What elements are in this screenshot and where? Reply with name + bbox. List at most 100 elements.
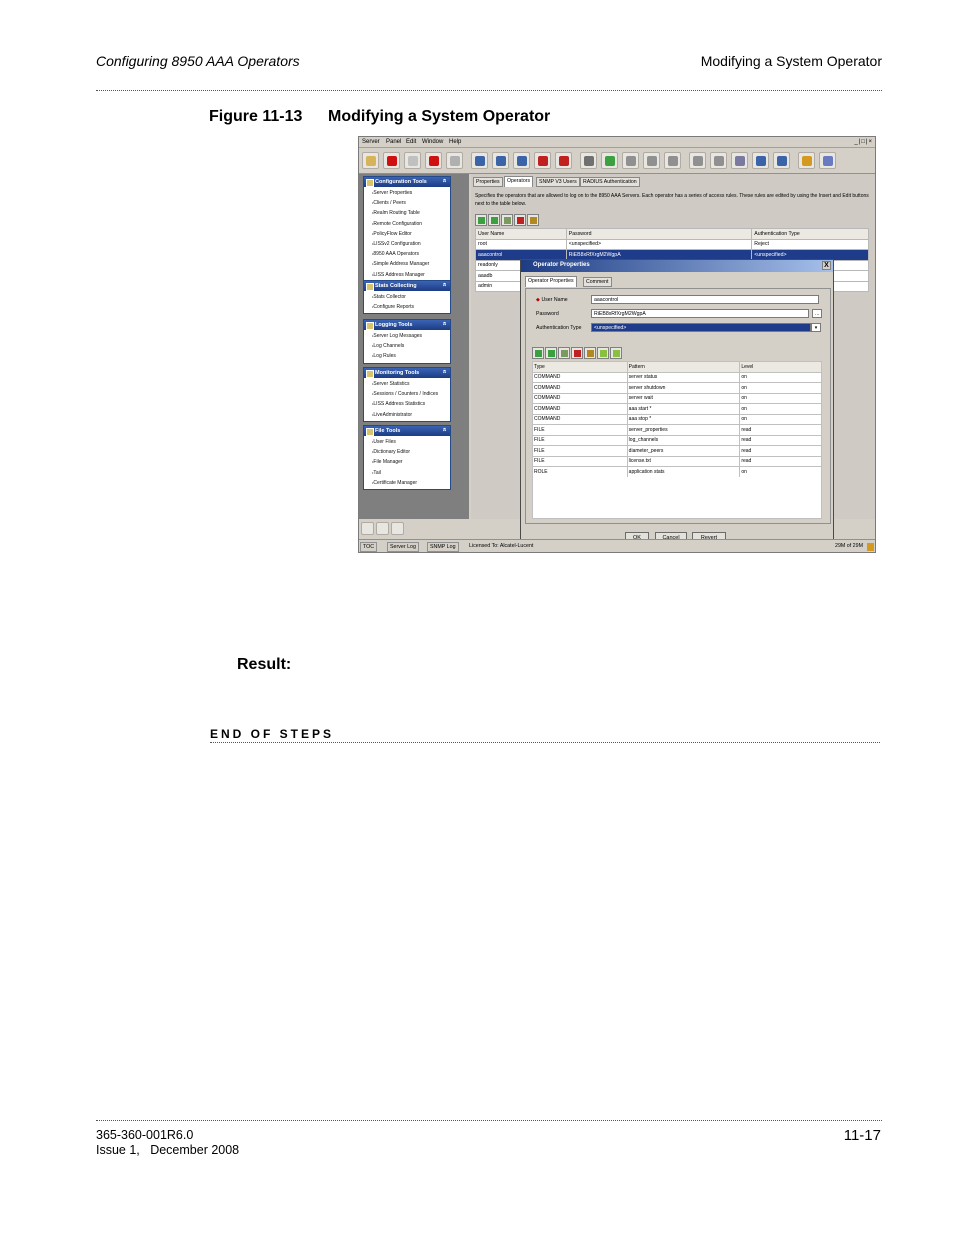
sidebar-item[interactable]: Dictionary Editor bbox=[372, 447, 450, 457]
insert-icon[interactable] bbox=[475, 214, 487, 226]
toolbar-button-icon[interactable] bbox=[773, 152, 790, 169]
copy-icon[interactable] bbox=[558, 347, 570, 359]
toolbar-button-icon[interactable] bbox=[425, 152, 442, 169]
table-row[interactable]: root <unspecified> Reject bbox=[475, 238, 869, 250]
toolbar-button-icon[interactable] bbox=[404, 152, 421, 169]
tab-server-log[interactable]: Server Log bbox=[387, 542, 419, 552]
column-header[interactable]: Type bbox=[532, 361, 628, 373]
sidebar-item[interactable]: Log Channels bbox=[372, 341, 450, 351]
sidebar-item[interactable]: Configure Reports bbox=[372, 302, 450, 312]
tab-toc[interactable]: TOC bbox=[360, 542, 378, 552]
tab-radius-authentication[interactable]: RADIUS Authentication bbox=[580, 177, 640, 187]
table-row[interactable]: ROLE application stats on bbox=[532, 466, 822, 478]
sidebar-collapse-icon[interactable] bbox=[391, 522, 404, 535]
insert-icon[interactable] bbox=[532, 347, 544, 359]
table-row[interactable]: COMMAND aaa stop * on bbox=[532, 413, 822, 425]
table-row[interactable]: FILE license.txt read bbox=[532, 455, 822, 467]
toolbar-button-icon[interactable] bbox=[446, 152, 463, 169]
sidebar-item[interactable]: Remote Configuration bbox=[372, 219, 450, 229]
toolbar-button-icon[interactable] bbox=[643, 152, 660, 169]
tab-snmp-log[interactable]: SNMP Log bbox=[427, 542, 459, 552]
menu-server[interactable]: Server bbox=[362, 139, 380, 145]
sidebar-item[interactable]: Sessions / Counters / Indices bbox=[372, 389, 450, 399]
group-header[interactable]: Configuration Tools bbox=[364, 177, 450, 187]
menu-help[interactable]: Help bbox=[449, 139, 461, 145]
toolbar-button-icon[interactable] bbox=[819, 152, 836, 169]
menu-window[interactable]: Window bbox=[422, 139, 443, 145]
sidebar-item[interactable]: PolicyFlow Editor bbox=[372, 229, 450, 239]
delete-icon[interactable] bbox=[571, 347, 583, 359]
table-row[interactable]: COMMAND server wait on bbox=[532, 392, 822, 404]
refresh-icon[interactable] bbox=[584, 347, 596, 359]
group-header[interactable]: Stats Collecting bbox=[364, 281, 450, 291]
toolbar-button-icon[interactable] bbox=[689, 152, 706, 169]
edit-icon[interactable] bbox=[545, 347, 557, 359]
sidebar-item[interactable]: Stats Collector bbox=[372, 292, 450, 302]
move-up-icon[interactable] bbox=[597, 347, 609, 359]
sidebar-item[interactable]: LiveAdministrator bbox=[372, 410, 450, 420]
move-down-icon[interactable] bbox=[610, 347, 622, 359]
sidebar-item[interactable]: Certificate Manager bbox=[372, 478, 450, 488]
sidebar-move-icon[interactable] bbox=[376, 522, 389, 535]
column-header[interactable]: User Name bbox=[475, 228, 567, 240]
sidebar-item[interactable]: Log Rules bbox=[372, 351, 450, 361]
tab-properties[interactable]: Properties bbox=[473, 177, 503, 187]
sidebar-item[interactable]: Clients / Peers bbox=[372, 198, 450, 208]
column-header[interactable]: Password bbox=[565, 228, 753, 240]
toolbar-button-icon[interactable] bbox=[580, 152, 597, 169]
menu-panel[interactable]: Panel bbox=[386, 139, 401, 145]
toolbar-button-icon[interactable] bbox=[471, 152, 488, 169]
group-header[interactable]: Monitoring Tools bbox=[364, 368, 450, 378]
delete-icon[interactable] bbox=[514, 214, 526, 226]
close-icon[interactable]: X bbox=[822, 261, 831, 270]
table-row[interactable]: FILE log_channels read bbox=[532, 434, 822, 446]
table-row[interactable]: COMMAND server status on bbox=[532, 371, 822, 383]
sidebar-item[interactable]: Tail bbox=[372, 468, 450, 478]
table-row[interactable]: FILE diameter_peers read bbox=[532, 445, 822, 457]
sidebar-item-aaa-operators[interactable]: 8950 AAA Operators bbox=[372, 249, 450, 259]
table-row[interactable]: FILE server_properties read bbox=[532, 424, 822, 436]
password-input[interactable]: RiEB8xRfXrgM2WgpA bbox=[591, 309, 809, 318]
toolbar-button-icon[interactable] bbox=[622, 152, 639, 169]
sidebar-item[interactable]: Realm Routing Table bbox=[372, 208, 450, 218]
garbage-collect-icon[interactable] bbox=[867, 543, 874, 551]
sidebar-item[interactable]: LISS Address Manager bbox=[372, 270, 450, 280]
tab-operator-properties[interactable]: Operator Properties bbox=[525, 276, 577, 287]
tab-operators[interactable]: Operators bbox=[504, 176, 534, 187]
sidebar-item[interactable]: File Manager bbox=[372, 457, 450, 467]
chevron-down-icon[interactable]: ▾ bbox=[811, 323, 821, 332]
sidebar-expand-icon[interactable] bbox=[361, 522, 374, 535]
sidebar-item[interactable]: LISS Address Statistics bbox=[372, 399, 450, 409]
edit-icon[interactable] bbox=[488, 214, 500, 226]
toolbar-button-icon[interactable] bbox=[798, 152, 815, 169]
group-header[interactable]: File Tools bbox=[364, 426, 450, 436]
toolbar-button-icon[interactable] bbox=[752, 152, 769, 169]
window-controls[interactable]: _|□|× bbox=[854, 139, 873, 145]
dialog-title-bar[interactable]: Operator Properties X bbox=[521, 260, 833, 272]
tab-comment[interactable]: Comment bbox=[583, 277, 612, 287]
sidebar-item[interactable]: Server Log Messages bbox=[372, 331, 450, 341]
auth-type-select[interactable]: <unspecified> bbox=[591, 323, 811, 332]
table-row[interactable]: COMMAND aaa start * on bbox=[532, 403, 822, 415]
column-header[interactable]: Level bbox=[739, 361, 822, 373]
sidebar-item[interactable]: LISSv2 Configuration bbox=[372, 239, 450, 249]
toolbar-button-icon[interactable] bbox=[492, 152, 509, 169]
password-browse-button[interactable]: ... bbox=[812, 309, 822, 318]
toolbar-button-icon[interactable] bbox=[601, 152, 618, 169]
toolbar-button-icon[interactable] bbox=[383, 152, 400, 169]
sidebar-item[interactable]: Server Statistics bbox=[372, 379, 450, 389]
toolbar-button-icon[interactable] bbox=[731, 152, 748, 169]
tab-snmp-v3-users[interactable]: SNMP V3 Users bbox=[536, 177, 580, 187]
sidebar-item[interactable]: Server Properties bbox=[372, 188, 450, 198]
column-header[interactable]: Authentication Type bbox=[751, 228, 869, 240]
toolbar-button-icon[interactable] bbox=[362, 152, 379, 169]
group-header[interactable]: Logging Tools bbox=[364, 320, 450, 330]
table-row[interactable]: COMMAND server shutdown on bbox=[532, 382, 822, 394]
column-header[interactable]: Pattern bbox=[626, 361, 741, 373]
toolbar-button-icon[interactable] bbox=[534, 152, 551, 169]
sidebar-item[interactable]: User Files bbox=[372, 437, 450, 447]
sidebar-item[interactable]: Simple Address Manager bbox=[372, 259, 450, 269]
copy-icon[interactable] bbox=[501, 214, 513, 226]
refresh-icon[interactable] bbox=[527, 214, 539, 226]
toolbar-button-icon[interactable] bbox=[664, 152, 681, 169]
